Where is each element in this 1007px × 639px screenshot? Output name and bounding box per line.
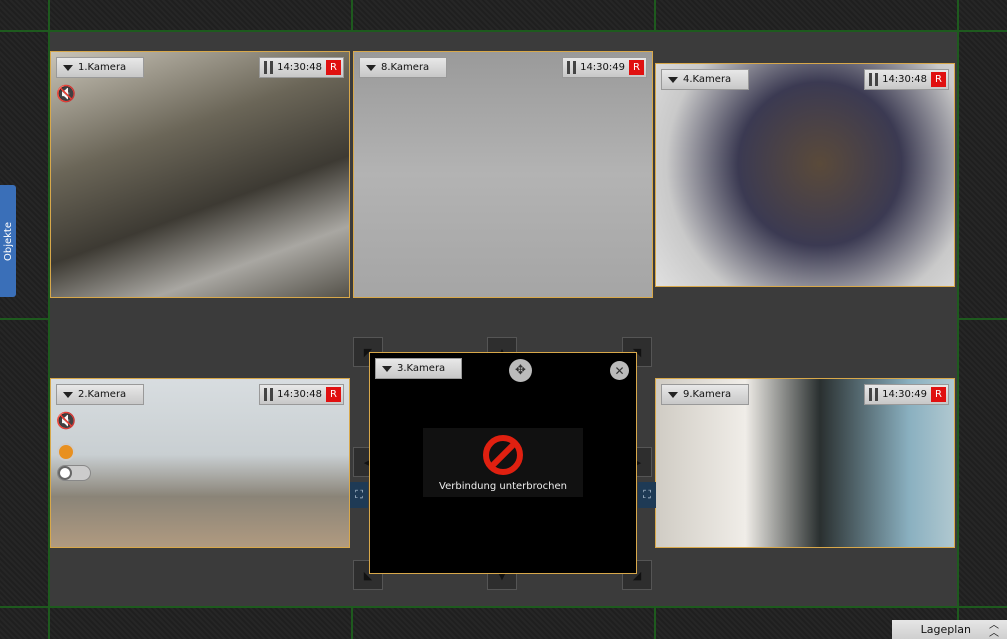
record-badge[interactable]: R bbox=[629, 60, 644, 75]
timestamp-bar: 14:30:49 R bbox=[562, 57, 647, 78]
grid-line bbox=[351, 606, 353, 639]
pause-icon[interactable] bbox=[869, 73, 879, 86]
grid-line bbox=[0, 318, 48, 320]
camera-name: 4.Kamera bbox=[683, 74, 732, 85]
record-badge[interactable]: R bbox=[326, 387, 341, 402]
pause-icon[interactable] bbox=[264, 388, 274, 401]
objects-side-tab[interactable]: Objekte bbox=[0, 185, 16, 297]
camera-tile-9[interactable]: 9.Kamera 14:30:49 R bbox=[655, 378, 955, 548]
muted-speaker-icon[interactable]: 🔇 bbox=[56, 84, 76, 103]
fit-icon[interactable]: ⛶ bbox=[350, 482, 368, 508]
double-chevron-up-icon[interactable]: ︿ ︿ bbox=[989, 620, 999, 638]
menu-triangle-icon bbox=[382, 365, 392, 372]
timestamp-bar: 14:30:49 R bbox=[864, 384, 949, 405]
timestamp: 14:30:48 bbox=[277, 389, 322, 400]
timestamp: 14:30:48 bbox=[277, 62, 322, 73]
grid-line bbox=[0, 606, 1007, 608]
camera-menu-button[interactable]: 1.Kamera bbox=[56, 57, 144, 78]
side-tab-label: Objekte bbox=[2, 221, 14, 261]
record-badge[interactable]: R bbox=[326, 60, 341, 75]
grid-line bbox=[957, 318, 1007, 320]
grid-line bbox=[0, 30, 1007, 32]
camera-tile-8[interactable]: 8.Kamera 14:30:49 R bbox=[353, 51, 653, 298]
camera-menu-button[interactable]: 2.Kamera bbox=[56, 384, 144, 405]
map-bottom-tab[interactable]: Lageplan ︿ ︿ bbox=[892, 620, 1007, 639]
camera-name: 1.Kamera bbox=[78, 62, 127, 73]
camera-tile-1[interactable]: 1.Kamera 14:30:48 R 🔇 bbox=[50, 51, 350, 298]
timestamp-bar: 14:30:48 R bbox=[259, 57, 344, 78]
error-message: Verbindung unterbrochen bbox=[439, 480, 567, 492]
camera-name: 9.Kamera bbox=[683, 389, 732, 400]
video-feed bbox=[656, 64, 954, 286]
close-icon[interactable]: ✕ bbox=[610, 361, 629, 380]
bottom-tab-label: Lageplan bbox=[920, 623, 971, 636]
menu-triangle-icon bbox=[668, 391, 678, 398]
menu-triangle-icon bbox=[63, 64, 73, 71]
video-feed bbox=[354, 52, 652, 297]
timestamp: 14:30:49 bbox=[580, 62, 625, 73]
camera-menu-button[interactable]: 3.Kamera bbox=[375, 358, 462, 379]
camera-tile-2[interactable]: 2.Kamera 14:30:48 R 🔇 bbox=[50, 378, 350, 548]
pause-icon[interactable] bbox=[869, 388, 879, 401]
video-feed bbox=[51, 52, 349, 297]
timestamp-bar: 14:30:48 R bbox=[259, 384, 344, 405]
grid-line bbox=[654, 606, 656, 639]
camera-name: 3.Kamera bbox=[397, 363, 446, 374]
menu-triangle-icon bbox=[668, 76, 678, 83]
timestamp: 14:30:48 bbox=[882, 74, 927, 85]
record-button[interactable] bbox=[57, 443, 75, 461]
camera-name: 8.Kamera bbox=[381, 62, 430, 73]
camera-tile-4[interactable]: 4.Kamera 14:30:48 R bbox=[655, 63, 955, 287]
menu-triangle-icon bbox=[366, 64, 376, 71]
camera-menu-button[interactable]: 9.Kamera bbox=[661, 384, 749, 405]
fit-icon[interactable]: ⛶ bbox=[638, 482, 656, 508]
grid-line bbox=[654, 0, 656, 30]
camera-name: 2.Kamera bbox=[78, 389, 127, 400]
no-entry-icon bbox=[483, 434, 523, 475]
pause-icon[interactable] bbox=[567, 61, 577, 74]
pause-icon[interactable] bbox=[264, 61, 274, 74]
record-badge[interactable]: R bbox=[931, 72, 946, 87]
camera-menu-button[interactable]: 8.Kamera bbox=[359, 57, 447, 78]
timestamp-bar: 14:30:48 R bbox=[864, 69, 949, 90]
menu-triangle-icon bbox=[63, 391, 73, 398]
muted-speaker-icon[interactable]: 🔇 bbox=[56, 411, 76, 430]
toggle-slider[interactable] bbox=[57, 465, 91, 481]
camera-tile-3[interactable]: 3.Kamera ✥ ✕ Verbindung unterbrochen bbox=[369, 352, 637, 574]
record-badge[interactable]: R bbox=[931, 387, 946, 402]
move-icon[interactable]: ✥ bbox=[509, 359, 532, 382]
timestamp: 14:30:49 bbox=[882, 389, 927, 400]
camera-menu-button[interactable]: 4.Kamera bbox=[661, 69, 749, 90]
grid-line bbox=[351, 0, 353, 30]
error-panel: Verbindung unterbrochen bbox=[423, 428, 583, 497]
